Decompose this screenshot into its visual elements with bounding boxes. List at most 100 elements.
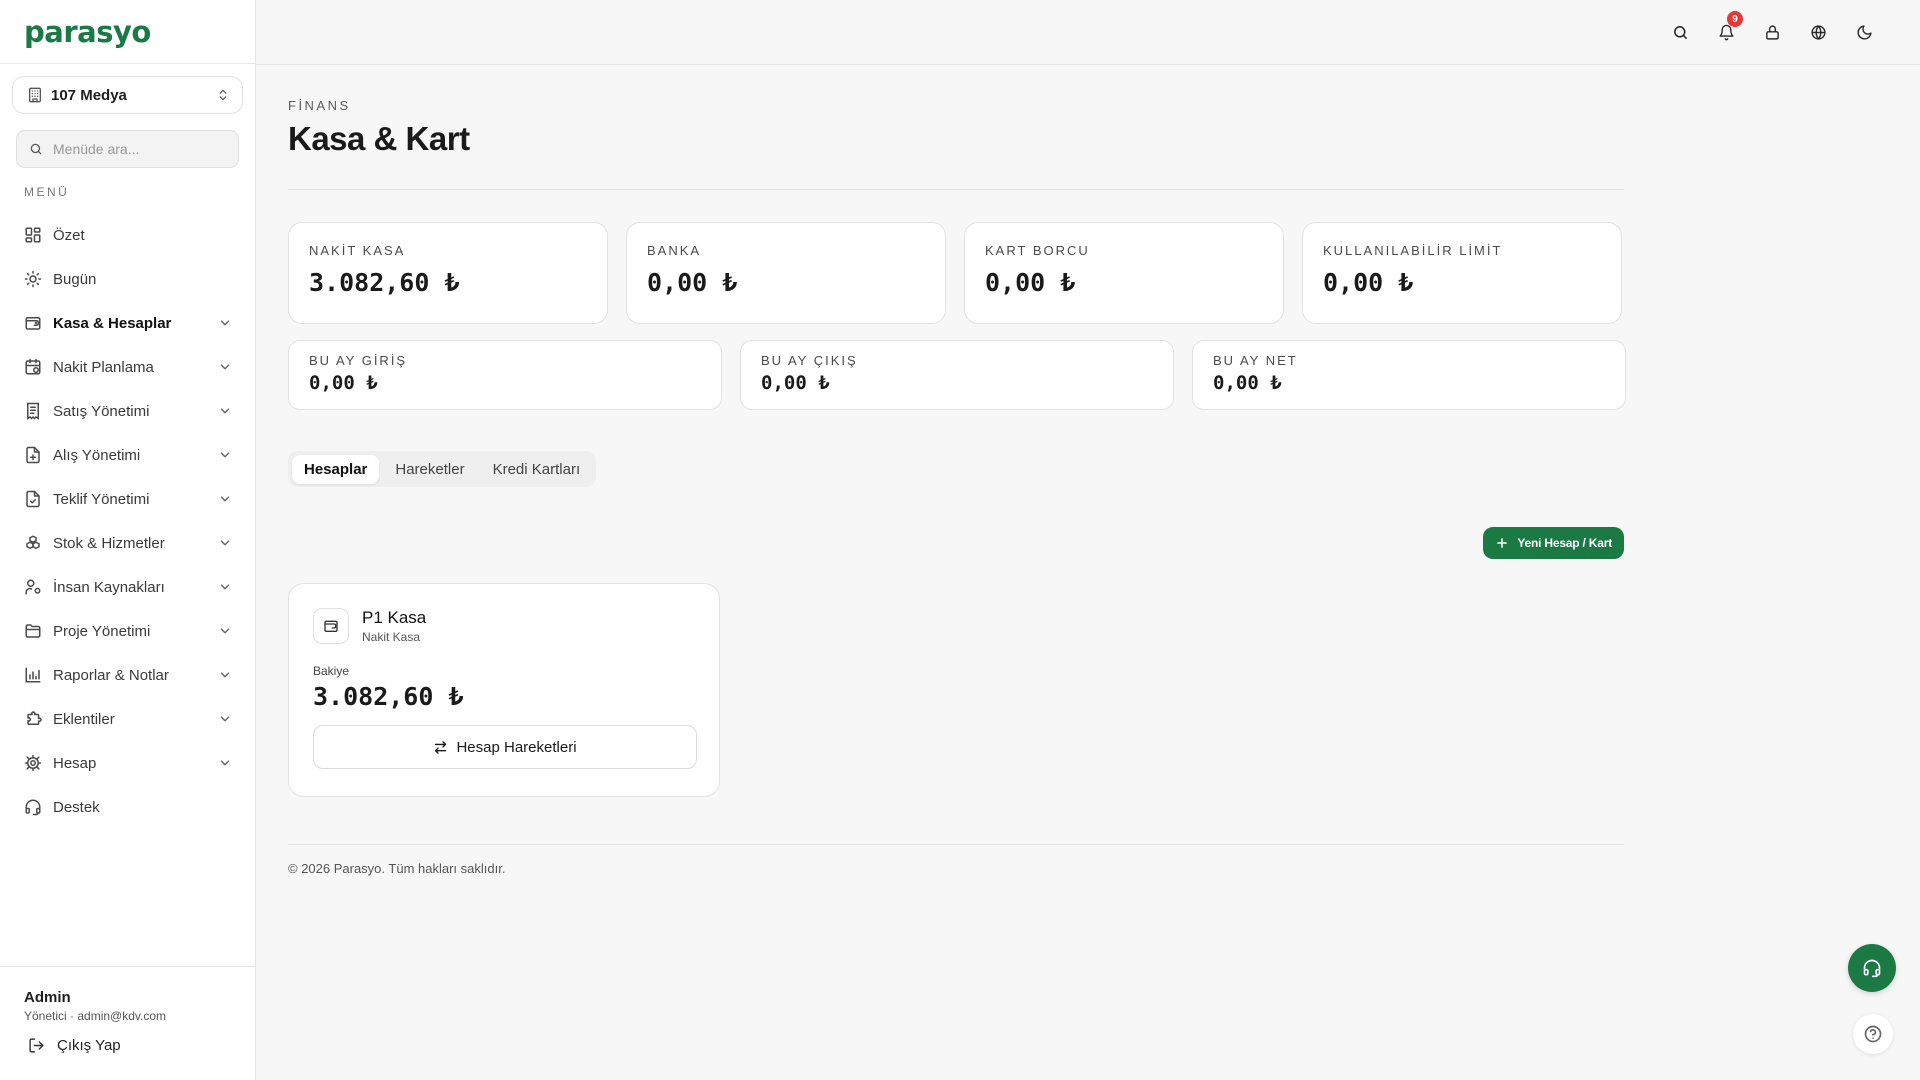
- stat-card-bu-ay-cikis: BU AY ÇIKIŞ 0,00 ₺: [740, 340, 1174, 410]
- sidebar-item-teklif-yonetimi[interactable]: Teklif Yönetimi: [16, 477, 240, 521]
- search-icon: [30, 143, 42, 155]
- tab-hesaplar[interactable]: Hesaplar: [292, 454, 380, 484]
- topbar-actions: 9: [1664, 11, 1880, 48]
- menu-heading: MENÜ: [24, 185, 70, 199]
- new-account-label: Yeni Hesap / Kart: [1517, 536, 1612, 550]
- page-eyebrow: FİNANS: [288, 98, 351, 113]
- sun-icon: [24, 270, 42, 288]
- tab-bar: Hesaplar Hareketler Kredi Kartları: [288, 451, 597, 487]
- footer-divider: [288, 844, 1624, 845]
- menu-search: [16, 130, 239, 168]
- sidebar-item-insan-kaynaklari[interactable]: İnsan Kaynakları: [16, 565, 240, 609]
- sidebar-item-label: İnsan Kaynakları: [53, 578, 165, 596]
- chevrons-up-down-icon: [219, 89, 227, 101]
- tab-kredi-kartlari[interactable]: Kredi Kartları: [481, 455, 593, 484]
- sidebar-item-ozet[interactable]: Özet: [16, 213, 240, 257]
- chevron-down-icon: [220, 584, 230, 590]
- sidebar-item-label: Bugün: [53, 270, 97, 288]
- brand-logo[interactable]: parasyo: [0, 0, 255, 64]
- search-icon: [1673, 25, 1687, 39]
- file-check-icon: [26, 490, 40, 508]
- menu-search-input[interactable]: [53, 141, 223, 157]
- wallet-icon: [313, 608, 349, 644]
- sidebar-item-label: Eklentiler: [53, 710, 115, 728]
- sidebar-item-bugun[interactable]: Bugün: [16, 257, 240, 301]
- summary-stats: NAKİT KASA 3.082,60 ₺ BANKA 0,00 ₺ KART …: [288, 222, 1622, 324]
- chevron-down-icon: [220, 540, 230, 546]
- user-meta: Yönetici · admin@kdv.com: [24, 1009, 167, 1023]
- stat-card-bu-ay-giris: BU AY GİRİŞ 0,00 ₺: [288, 340, 722, 410]
- language-button[interactable]: [1802, 16, 1834, 48]
- logout-label: Çıkış Yap: [57, 1037, 121, 1054]
- stat-value: 0,00 ₺: [1323, 268, 1414, 297]
- sidebar-item-nakit-planlama[interactable]: Nakit Planlama: [16, 345, 240, 389]
- sidebar-item-satis-yonetimi[interactable]: Satış Yönetimi: [16, 389, 240, 433]
- user-cog-icon: [25, 579, 41, 595]
- stat-label: BANKA: [647, 243, 702, 258]
- account-card: P1 Kasa Nakit Kasa Bakiye 3.082,60 ₺ Hes…: [288, 583, 720, 797]
- balance-label: Bakiye: [313, 664, 350, 678]
- help-circle-icon: [1864, 1025, 1882, 1043]
- calendar-icon: [25, 358, 41, 375]
- receipt-icon: [27, 402, 39, 420]
- stat-label: BU AY NET: [1213, 353, 1298, 368]
- sidebar-item-label: Hesap: [53, 754, 97, 772]
- moon-icon: [1857, 24, 1872, 39]
- sidebar-item-label: Nakit Planlama: [53, 358, 154, 376]
- file-plus-icon: [26, 446, 40, 464]
- stat-value: 0,00 ₺: [985, 268, 1076, 297]
- account-titles: P1 Kasa Nakit Kasa: [362, 608, 426, 644]
- sidebar-item-label: Kasa & Hesaplar: [53, 314, 172, 332]
- bar-chart-icon: [25, 667, 41, 683]
- stat-value: 0,00 ₺: [309, 372, 378, 394]
- grid-icon: [25, 227, 41, 243]
- stat-label: BU AY ÇIKIŞ: [761, 353, 858, 368]
- new-account-button[interactable]: Yeni Hesap / Kart: [1483, 527, 1624, 559]
- chevron-down-icon: [220, 672, 230, 678]
- theme-toggle-button[interactable]: [1848, 16, 1880, 48]
- stat-value: 0,00 ₺: [761, 372, 830, 394]
- support-chat-button[interactable]: [1848, 944, 1896, 992]
- sidebar-item-alis-yonetimi[interactable]: Alış Yönetimi: [16, 433, 240, 477]
- stat-label: KART BORCU: [985, 243, 1090, 258]
- notifications-button[interactable]: 9: [1710, 11, 1743, 48]
- chevron-down-icon: [220, 496, 230, 502]
- sidebar-item-eklentiler[interactable]: Eklentiler: [16, 697, 240, 741]
- stat-value: 3.082,60 ₺: [309, 268, 460, 297]
- sidebar-item-raporlar-notlar[interactable]: Raporlar & Notlar: [16, 653, 240, 697]
- stat-card-bu-ay-net: BU AY NET 0,00 ₺: [1192, 340, 1626, 410]
- sidebar-item-label: Stok & Hizmetler: [53, 534, 165, 552]
- arrows-left-right-icon: [435, 740, 447, 754]
- search-button[interactable]: [1664, 16, 1696, 48]
- sidebar-item-label: Proje Yönetimi: [53, 622, 151, 640]
- logout-button[interactable]: Çıkış Yap: [28, 1037, 232, 1054]
- page-title: Kasa & Kart: [288, 120, 470, 157]
- logo-text: parasyo: [24, 14, 151, 49]
- sidebar-item-stok-hizmetler[interactable]: Stok & Hizmetler: [16, 521, 240, 565]
- account-transactions-button[interactable]: Hesap Hareketleri: [313, 725, 697, 769]
- sidebar-item-label: Raporlar & Notlar: [53, 666, 169, 684]
- sidebar-item-kasa-hesaplar[interactable]: Kasa & Hesaplar: [16, 301, 240, 345]
- chevron-down-icon: [220, 716, 230, 722]
- folder-icon: [25, 624, 41, 638]
- account-name: P1 Kasa: [362, 608, 427, 627]
- lock-icon: [1765, 24, 1779, 40]
- sidebar-item-destek[interactable]: Destek: [16, 785, 240, 829]
- company-selector[interactable]: 107 Medya: [12, 76, 243, 114]
- user-block: Admin Yönetici · admin@kdv.com Çıkış Yap: [0, 966, 256, 1080]
- lock-button[interactable]: [1756, 16, 1788, 48]
- sidebar-item-proje-yonetimi[interactable]: Proje Yönetimi: [16, 609, 240, 653]
- help-button[interactable]: [1853, 1014, 1893, 1054]
- plus-icon: [1497, 538, 1508, 548]
- sidebar-item-label: Özet: [53, 226, 85, 244]
- balance-value: 3.082,60 ₺: [313, 682, 464, 711]
- user-name: Admin: [24, 989, 71, 1006]
- chevron-down-icon: [220, 628, 230, 634]
- account-header: P1 Kasa Nakit Kasa: [313, 608, 695, 644]
- sidebar-item-hesap[interactable]: Hesap: [16, 741, 240, 785]
- gear-icon: [24, 754, 42, 772]
- globe-icon: [1810, 24, 1826, 40]
- logout-icon: [29, 1038, 44, 1053]
- tab-hareketler[interactable]: Hareketler: [383, 455, 476, 484]
- headset-icon: [25, 799, 41, 816]
